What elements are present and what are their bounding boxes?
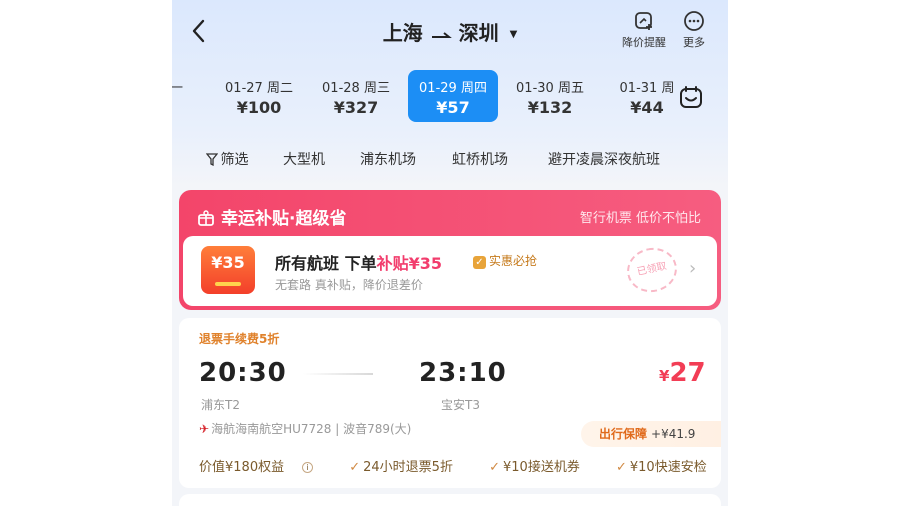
more-label: 更多 — [683, 36, 705, 49]
header: 上海 深圳 ▼ 降价提醒 更多 — [172, 0, 728, 64]
claimed-stamp: 已领取 — [622, 243, 682, 297]
subsidy-desc: 无套路 真补贴，降价退差价 — [275, 278, 423, 292]
filter-chip-large-aircraft[interactable]: 大型机 — [274, 144, 334, 176]
check-icon: ✓ — [489, 460, 501, 475]
more-button[interactable]: 更多 — [678, 10, 710, 50]
benefit-item: ✓ ¥10快速安检 — [615, 460, 707, 475]
chevron-right-icon[interactable]: › — [689, 258, 696, 279]
filter-chip-avoid-late-night[interactable]: 避开凌晨深夜航班 — [534, 144, 674, 176]
benefit-item: ✓ ¥10接送机券 — [489, 460, 580, 475]
price-alert-icon — [635, 12, 652, 30]
filter-chip-pudong[interactable]: 浦东机场 — [350, 144, 426, 176]
airline-info: ✈ 海航海南航空HU7728 | 波音789(大) — [199, 422, 412, 436]
next-card-peek — [179, 494, 721, 506]
flight-price: ¥27 — [659, 358, 706, 388]
origin-city: 上海 — [382, 21, 423, 45]
date-item-selected[interactable]: 01-29 周四 ¥57 — [408, 70, 498, 122]
check-icon: ✓ — [473, 256, 486, 269]
depart-airport: 浦东T2 — [201, 398, 240, 412]
caret-down-icon: ▼ — [509, 29, 518, 40]
app-screen: 上海 深圳 ▼ 降价提醒 更多 01-26 周一 — [172, 0, 728, 506]
arrive-time: 23:10 — [419, 358, 507, 388]
filter-icon — [205, 153, 218, 167]
subsidy-card[interactable]: ¥35 所有航班 下单补贴¥35 ✓ 实惠必抢 无套路 真补贴，降价退差价 已领取… — [183, 236, 717, 306]
benefits-row[interactable]: 价值¥180权益 i ✓ 24小时退票5折 ✓ ¥10接送机券 ✓ ¥10快速安检 — [199, 456, 719, 475]
date-selector: 01-26 周一 01-27 周二 ¥100 01-28 周三 ¥327 01-… — [172, 68, 674, 124]
travel-protection[interactable]: 出行保障 +¥41.9 — [581, 421, 721, 447]
promo-banner[interactable]: 幸运补贴·超级省 智行机票 低价不怕比 ¥35 所有航班 下单补贴¥35 ✓ 实惠… — [179, 190, 721, 310]
coupon-icon: ¥35 — [201, 246, 255, 294]
gift-icon — [198, 210, 214, 226]
flight-card[interactable]: 退票手续费5折 20:30 23:10 浦东T2 宝安T3 ¥27 ✈ 海航海南航… — [179, 318, 721, 488]
promo-title: 幸运补贴·超级省 — [197, 204, 346, 229]
check-icon: ✓ — [349, 460, 361, 475]
airline-logo-icon: ✈ — [199, 422, 210, 436]
filter-chip-hongqiao[interactable]: 虹桥机场 — [442, 144, 518, 176]
subsidy-text: 所有航班 下单补贴¥35 — [275, 254, 442, 273]
filter-button[interactable]: 筛选 — [196, 144, 258, 176]
promo-subtitle: 智行机票 低价不怕比 — [579, 211, 701, 226]
deal-tag: ✓ 实惠必抢 — [473, 252, 537, 269]
flight-line — [303, 373, 373, 375]
info-icon: i — [302, 462, 314, 473]
date-item[interactable]: 01-28 周三 ¥327 — [311, 70, 401, 122]
date-item[interactable]: 01-27 周二 ¥100 — [214, 70, 304, 122]
date-item[interactable]: 01-26 周一 — [172, 70, 194, 122]
refund-fee-note: 退票手续费5折 — [199, 332, 280, 346]
price-alert-button[interactable]: 降价提醒 — [616, 10, 672, 50]
price-alert-label: 降价提醒 — [622, 36, 666, 49]
benefit-item: ✓ 24小时退票5折 — [349, 460, 453, 475]
date-item[interactable]: 01-30 周五 ¥132 — [505, 70, 595, 122]
calendar-icon[interactable] — [678, 84, 704, 110]
one-way-arrow-icon — [431, 31, 452, 38]
benefit-item: 价值¥180权益 i — [199, 460, 329, 475]
more-icon — [684, 11, 704, 31]
filter-bar: 筛选 大型机 浦东机场 虹桥机场 避开凌晨深夜航班 — [182, 144, 718, 176]
check-icon: ✓ — [615, 460, 627, 475]
arrive-airport: 宝安T3 — [441, 398, 480, 412]
destination-city: 深圳 — [458, 21, 499, 45]
depart-time: 20:30 — [199, 358, 287, 388]
